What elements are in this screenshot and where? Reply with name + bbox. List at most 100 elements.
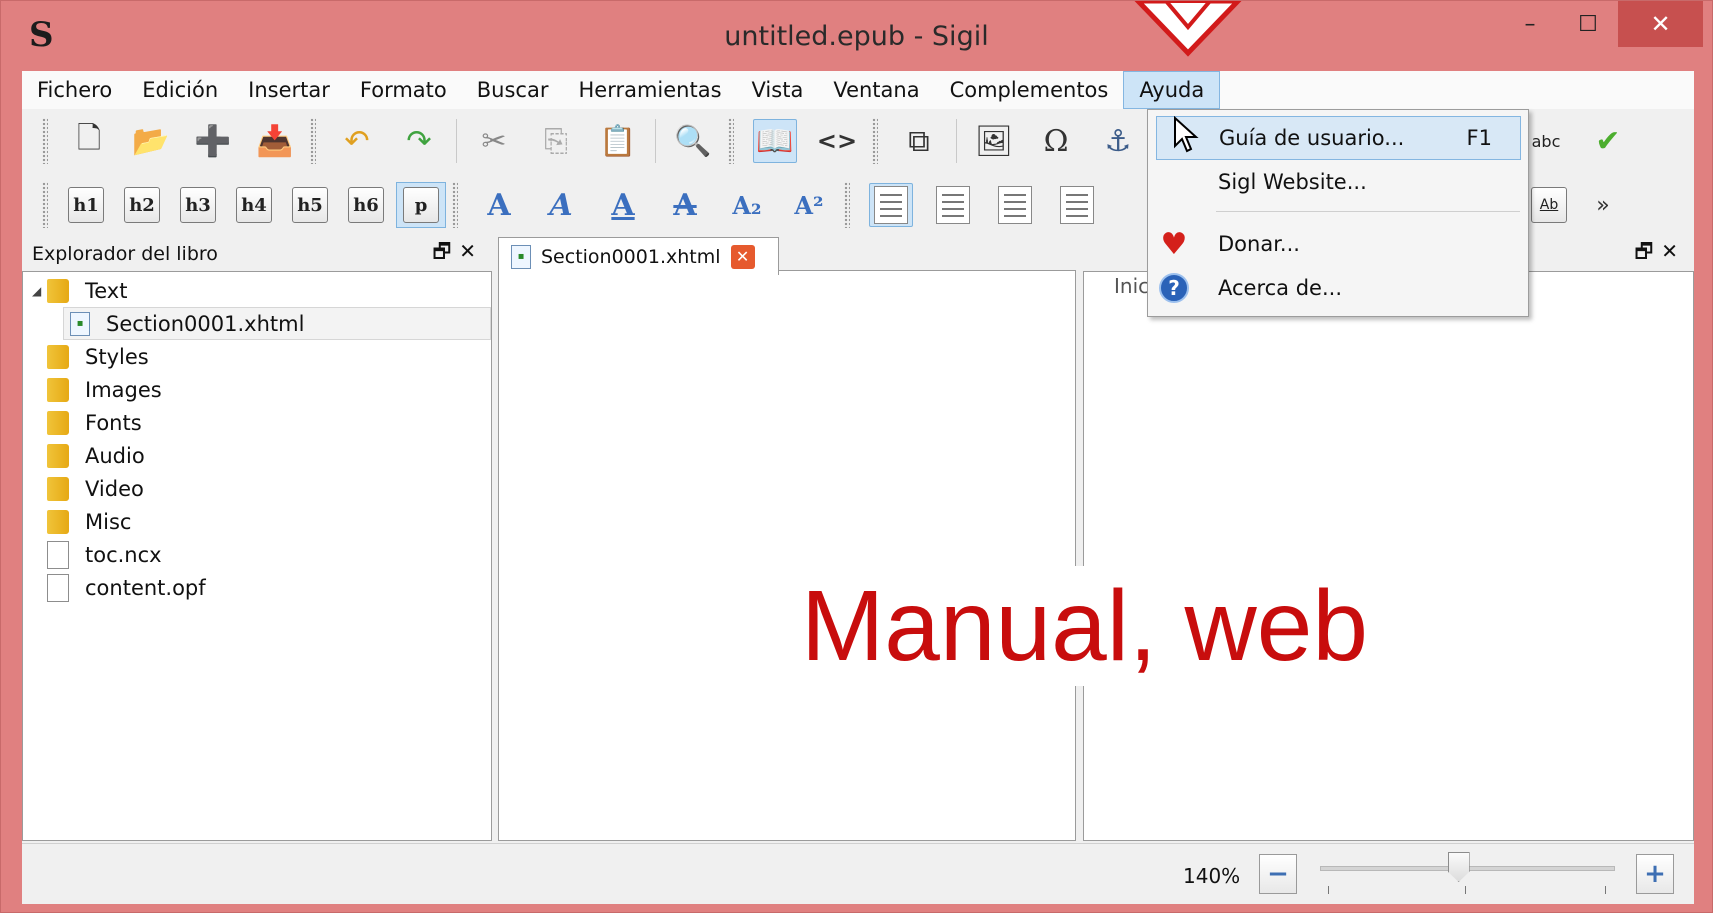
close-panel-icon[interactable]: ✕ — [459, 239, 484, 263]
validate-icon[interactable]: ✔ — [1586, 119, 1630, 163]
strikethrough-icon[interactable]: A — [663, 183, 707, 227]
split-section-icon[interactable]: ⧉ — [897, 119, 941, 163]
align-right-icon[interactable] — [993, 183, 1037, 227]
menu-ayuda[interactable]: Ayuda — [1123, 71, 1221, 109]
zoom-out-button[interactable]: − — [1259, 854, 1297, 894]
heading-2-button[interactable]: h2 — [124, 187, 160, 223]
float-panel-icon[interactable]: 🗗 — [432, 239, 459, 263]
add-file-icon[interactable]: ➕ — [191, 119, 235, 163]
italic-icon[interactable]: A — [539, 183, 583, 227]
toolbar-separator — [956, 119, 957, 163]
toolbar-grip[interactable] — [728, 118, 734, 164]
panel-controls: 🗗✕ — [1634, 237, 1686, 271]
zoom-in-button[interactable]: + — [1636, 854, 1674, 894]
toolbar-grip[interactable] — [452, 182, 458, 228]
save-icon[interactable]: 📥 — [253, 119, 297, 163]
heading-1-button[interactable]: h1 — [68, 187, 104, 223]
tree-item-audio[interactable]: Audio — [23, 439, 145, 472]
toolbar-grip[interactable] — [872, 118, 878, 164]
align-justify-icon[interactable] — [1055, 183, 1099, 227]
menu-insertar[interactable]: Insertar — [233, 71, 345, 109]
toolbar-separator — [456, 119, 457, 163]
menu-herramientas[interactable]: Herramientas — [563, 71, 736, 109]
toolbar-grip[interactable] — [42, 118, 48, 164]
menu-edicion[interactable]: Edición — [127, 71, 233, 109]
zoom-level: 140% — [1183, 864, 1241, 888]
tab-section0001[interactable]: ▪ Section0001.xhtml ✕ — [498, 237, 779, 275]
slider-tick — [1605, 886, 1606, 894]
align-center-icon[interactable] — [931, 183, 975, 227]
tree-item-fonts[interactable]: Fonts — [23, 406, 142, 439]
open-folder-icon[interactable]: 📂 — [129, 119, 173, 163]
float-panel-icon[interactable]: 🗗 — [1634, 239, 1661, 263]
heading-6-button[interactable]: h6 — [348, 187, 384, 223]
bold-icon[interactable]: A — [477, 183, 521, 227]
menu-buscar[interactable]: Buscar — [462, 71, 564, 109]
title-bar[interactable]: S untitled.epub - Sigil – ☐ ✕ — [1, 1, 1712, 71]
copy-icon[interactable]: ⎘ — [534, 119, 578, 163]
menu-item-label: Guía de usuario... — [1219, 126, 1405, 150]
code-view-icon[interactable]: <> — [815, 119, 859, 163]
spellcheck-icon[interactable]: abc — [1524, 119, 1568, 163]
toolbar-grip[interactable] — [42, 182, 48, 228]
book-browser-header: Explorador del libro 🗗✕ — [22, 237, 492, 271]
paste-icon[interactable]: 📋 — [596, 119, 640, 163]
preview-icon[interactable]: 🔍 — [671, 119, 715, 163]
editor-body[interactable] — [498, 270, 1076, 841]
toolbar-grip[interactable] — [844, 182, 850, 228]
close-button[interactable]: ✕ — [1618, 1, 1703, 47]
tab-label: Section0001.xhtml — [541, 245, 721, 268]
heading-5-button[interactable]: h5 — [292, 187, 328, 223]
tree-item-misc[interactable]: Misc — [23, 505, 131, 538]
titlecase-icon[interactable]: Ab — [1527, 183, 1571, 227]
subscript-icon[interactable]: A₂ — [725, 183, 769, 227]
paragraph-button[interactable]: p — [403, 187, 439, 223]
tree-item-toc[interactable]: toc.ncx — [23, 538, 162, 571]
tree-item-label: Styles — [85, 344, 149, 369]
menu-complementos[interactable]: Complementos — [935, 71, 1124, 109]
menu-ventana[interactable]: Ventana — [818, 71, 934, 109]
collapse-arrow-icon[interactable]: ◢ — [32, 284, 41, 298]
tree-item-video[interactable]: Video — [23, 472, 144, 505]
insert-image-icon[interactable]: 🖼 — [972, 119, 1016, 163]
tree-item-images[interactable]: Images — [23, 373, 162, 406]
tree-item-label: Section0001.xhtml — [106, 311, 305, 336]
book-view-icon[interactable]: 📖 — [753, 119, 797, 163]
xhtml-file-icon: ▪ — [70, 311, 90, 336]
undo-icon[interactable]: ↶ — [335, 119, 379, 163]
new-file-icon[interactable]: 🗋 — [67, 119, 111, 163]
close-tab-icon[interactable]: ✕ — [730, 244, 755, 269]
toolbar-grip[interactable] — [310, 118, 316, 164]
menu-formato[interactable]: Formato — [345, 71, 462, 109]
tree-item-text[interactable]: ◢ Text — [23, 274, 127, 307]
tree-item-content-opf[interactable]: content.opf — [23, 571, 206, 604]
align-left-icon[interactable] — [869, 183, 913, 227]
menu-about[interactable]: ? Acerca de... — [1148, 266, 1528, 310]
menu-user-guide[interactable]: Guía de usuario... F1 — [1156, 116, 1521, 160]
menu-donate[interactable]: ♥ Donar... — [1148, 222, 1528, 266]
tree-item-label: Misc — [85, 509, 132, 534]
maximize-button[interactable]: ☐ — [1559, 1, 1617, 47]
underline-icon[interactable]: A — [601, 183, 645, 227]
folder-icon — [47, 410, 69, 435]
menu-fichero[interactable]: Fichero — [22, 71, 127, 109]
close-panel-icon[interactable]: ✕ — [1661, 239, 1686, 263]
tree-item-styles[interactable]: Styles — [23, 340, 149, 373]
redo-icon[interactable]: ↷ — [397, 119, 441, 163]
heading-3-button[interactable]: h3 — [180, 187, 216, 223]
heart-icon: ♥ — [1160, 226, 1188, 262]
sigil-window: S untitled.epub - Sigil – ☐ ✕ Fichero Ed… — [0, 0, 1713, 913]
more-tools-icon[interactable]: » — [1589, 183, 1617, 227]
menu-vista[interactable]: Vista — [737, 71, 819, 109]
menu-website[interactable]: Sigl Website... — [1148, 160, 1528, 204]
cut-icon[interactable]: ✂ — [472, 119, 516, 163]
special-char-icon[interactable]: Ω — [1034, 119, 1078, 163]
zoom-slider-thumb[interactable] — [1447, 852, 1470, 882]
tree-item-section0001[interactable]: ▪ Section0001.xhtml — [63, 307, 491, 340]
anchor-icon[interactable]: ⚓ — [1096, 119, 1140, 163]
minimize-button[interactable]: – — [1501, 1, 1559, 47]
heading-4-button[interactable]: h4 — [236, 187, 272, 223]
book-browser-panel: Explorador del libro 🗗✕ ◢ Text ▪ Section… — [22, 237, 492, 841]
superscript-icon[interactable]: A² — [787, 183, 831, 227]
panel-controls: 🗗✕ — [432, 237, 484, 271]
